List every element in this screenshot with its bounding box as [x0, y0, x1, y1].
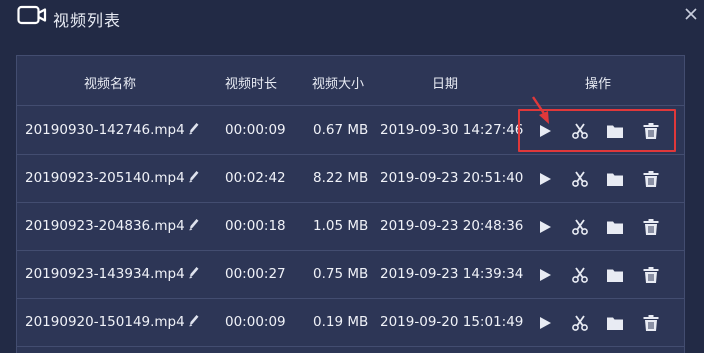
scissors-icon[interactable]: [571, 170, 589, 188]
table-row: 20190920-150149.mp4 00:00:09 0.19 MB 201…: [17, 299, 684, 347]
video-name: 20190923-143934.mp4: [25, 266, 185, 282]
table-row: 20190930-142746.mp4 00:00:09 0.67 MB 201…: [17, 107, 684, 155]
video-date: 2019-09-30 14:27:46: [380, 122, 524, 138]
video-date: 2019-09-23 14:39:34: [380, 266, 524, 282]
video-duration: 00:00:18: [225, 218, 286, 234]
video-table: 视频名称 视频时长 视频大小 日期 操作 20190930-142746.mp4…: [16, 55, 685, 353]
header-actions: 操作: [585, 77, 612, 92]
table-row: 20190923-204836.mp4 00:00:18 1.05 MB 201…: [17, 203, 684, 251]
table-row: 20190923-205140.mp4 00:02:42 8.22 MB 201…: [17, 155, 684, 203]
edit-pencil-icon[interactable]: [188, 313, 200, 327]
title-bar: 视频列表: [0, 0, 704, 36]
scissors-icon[interactable]: [571, 314, 589, 332]
video-duration: 00:00:09: [225, 122, 286, 138]
play-icon[interactable]: [536, 266, 554, 284]
annotation-arrow-icon: [532, 96, 549, 124]
video-name: 20190920-150149.mp4: [25, 314, 185, 330]
video-duration: 00:00:09: [225, 314, 286, 330]
video-size: 1.05 MB: [313, 218, 369, 234]
folder-icon[interactable]: [606, 170, 624, 188]
folder-icon[interactable]: [606, 266, 624, 284]
trash-icon[interactable]: [642, 314, 660, 332]
play-icon[interactable]: [536, 170, 554, 188]
edit-pencil-icon[interactable]: [188, 121, 200, 135]
video-name: 20190930-142746.mp4: [25, 122, 185, 138]
video-date: 2019-09-20 15:01:49: [380, 314, 524, 330]
video-size: 0.19 MB: [313, 314, 369, 330]
play-icon[interactable]: [536, 314, 554, 332]
table-header: 视频名称 视频时长 视频大小 日期 操作: [17, 56, 684, 106]
edit-pencil-icon[interactable]: [188, 169, 200, 183]
folder-icon[interactable]: [606, 314, 624, 332]
folder-icon[interactable]: [606, 218, 624, 236]
window-title: 视频列表: [53, 11, 122, 30]
close-icon[interactable]: [683, 6, 699, 22]
table-row: 20190923-143934.mp4 00:00:27 0.75 MB 201…: [17, 251, 684, 299]
header-name: 视频名称: [84, 77, 137, 92]
header-date: 日期: [432, 77, 459, 92]
edit-pencil-icon[interactable]: [188, 265, 200, 279]
video-duration: 00:02:42: [225, 170, 286, 186]
edit-pencil-icon[interactable]: [188, 217, 200, 231]
play-icon[interactable]: [536, 218, 554, 236]
video-name: 20190923-205140.mp4: [25, 170, 185, 186]
video-name: 20190923-204836.mp4: [25, 218, 185, 234]
video-duration: 00:00:27: [225, 266, 286, 282]
scissors-icon[interactable]: [571, 218, 589, 236]
trash-icon[interactable]: [642, 170, 660, 188]
video-size: 0.67 MB: [313, 122, 369, 138]
trash-icon[interactable]: [642, 266, 660, 284]
video-date: 2019-09-23 20:48:36: [380, 218, 524, 234]
header-duration: 视频时长: [225, 77, 278, 92]
scissors-icon[interactable]: [571, 266, 589, 284]
video-size: 0.75 MB: [313, 266, 369, 282]
header-size: 视频大小: [312, 77, 365, 92]
video-size: 8.22 MB: [313, 170, 369, 186]
trash-icon[interactable]: [642, 218, 660, 236]
video-camera-icon: [17, 5, 47, 25]
video-date: 2019-09-23 20:51:40: [380, 170, 524, 186]
